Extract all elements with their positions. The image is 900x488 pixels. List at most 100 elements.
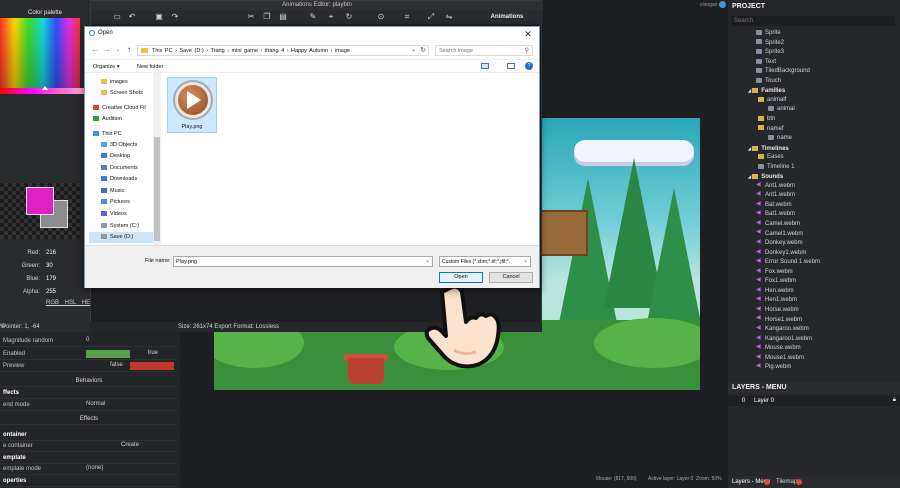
- search-input[interactable]: Search image ⚲: [435, 45, 533, 56]
- sound-item[interactable]: ◀ Fox1.webm: [756, 277, 796, 286]
- nav-item[interactable]: Creative Cloud Fil: [89, 103, 155, 114]
- prop-row[interactable]: end mode Normal: [0, 400, 178, 411]
- address-bar[interactable]: This PC › Save (D:) › Trang › mini game …: [137, 45, 429, 56]
- red-value[interactable]: 216: [46, 250, 56, 256]
- tree-item[interactable]: TiledBackground: [756, 67, 810, 76]
- up-arrow-icon[interactable]: ↑: [125, 46, 133, 54]
- prop-value[interactable]: 0: [86, 337, 174, 345]
- tree-item[interactable]: animal: [768, 105, 795, 114]
- prop-row[interactable]: Preview false: [0, 361, 178, 372]
- prop-value[interactable]: Normal: [86, 401, 174, 409]
- close-icon[interactable]: [796, 479, 802, 485]
- prop-value[interactable]: false: [86, 362, 174, 370]
- nav-item[interactable]: Documents: [89, 163, 155, 174]
- color-format-links[interactable]: RGB HSL HEX: [46, 300, 94, 306]
- alpha-value[interactable]: 255: [46, 289, 56, 295]
- help-icon[interactable]: ?: [525, 62, 533, 70]
- redo-icon[interactable]: ↷: [171, 13, 179, 21]
- nav-item[interactable]: Screen Shots: [89, 88, 155, 99]
- tree-folder-heading[interactable]: ◢ Families: [748, 86, 785, 95]
- sound-item[interactable]: ◀ Donkey.webm: [756, 239, 803, 248]
- layer-name[interactable]: Layer 0: [754, 398, 774, 404]
- sound-item[interactable]: ◀ Fox.webm: [756, 268, 793, 277]
- new-icon[interactable]: ▭: [113, 13, 121, 21]
- tree-item[interactable]: animalf: [758, 96, 786, 105]
- sound-item[interactable]: ◀ Bat.webm: [756, 201, 792, 210]
- file-item-play-png[interactable]: Play.png: [167, 77, 217, 133]
- sound-item[interactable]: ◀ Camel1.webm: [756, 229, 803, 239]
- paste-icon[interactable]: ▤: [279, 13, 287, 21]
- nav-item[interactable]: System (C:): [89, 221, 155, 232]
- sound-item[interactable]: ◀ Camel.webm: [756, 220, 800, 229]
- sound-item[interactable]: ◀ Kangaroo.webm: [756, 325, 809, 334]
- nav-item[interactable]: 3D Objects: [89, 140, 155, 151]
- sound-item[interactable]: ◀ Error Sound 1.webm: [756, 258, 820, 267]
- sound-item[interactable]: ◀ Ant1.webm: [756, 182, 795, 191]
- close-icon[interactable]: [764, 479, 770, 485]
- prop-section[interactable]: Behaviors: [0, 376, 178, 387]
- tree-item[interactable]: namef: [758, 125, 784, 134]
- prop-row[interactable]: e container Create: [0, 441, 178, 452]
- nav-item[interactable]: Downloads: [89, 174, 155, 185]
- resize-icon[interactable]: ⤢: [427, 13, 435, 21]
- mirror-icon[interactable]: ⇋: [445, 13, 453, 21]
- scrollbar-thumb[interactable]: [154, 137, 160, 241]
- sound-item[interactable]: ◀ Pig.webm: [756, 363, 791, 372]
- undo-icon[interactable]: ↶: [128, 13, 136, 21]
- project-search-input[interactable]: Search: [731, 16, 895, 26]
- tree-item[interactable]: Sprite: [756, 29, 781, 38]
- green-value[interactable]: 30: [46, 263, 53, 269]
- hue-marker-icon[interactable]: [42, 86, 48, 90]
- nav-item[interactable]: images: [89, 77, 155, 88]
- refresh-icon[interactable]: ↻: [420, 46, 426, 54]
- tree-item[interactable]: Sprite2: [756, 39, 784, 48]
- sound-item[interactable]: ◀ Mouse1.webm: [756, 354, 804, 363]
- blue-value[interactable]: 179: [46, 276, 56, 282]
- sound-item[interactable]: ◀ Hen.webm: [756, 287, 794, 296]
- view-options-icon[interactable]: [481, 63, 489, 69]
- tree-item[interactable]: Sprite3: [756, 48, 784, 57]
- file-type-select[interactable]: Custom Files (*.xbm;*.tif;*.jfif;*. ⌄: [439, 256, 531, 267]
- copy-icon[interactable]: ❐: [263, 13, 271, 21]
- nav-item[interactable]: Videos: [89, 209, 155, 220]
- prop-value[interactable]: Create: [86, 442, 174, 450]
- prop-row[interactable]: Magnitude random 0: [0, 336, 178, 347]
- forward-arrow-icon[interactable]: →: [103, 46, 111, 54]
- rotate-icon[interactable]: ↻: [345, 13, 353, 21]
- breadcrumb[interactable]: This PC › Save (D:) › Trang › mini game …: [152, 48, 350, 54]
- cancel-button[interactable]: Cancel: [489, 272, 533, 283]
- sound-item[interactable]: ◀ Horse1.webm: [756, 315, 802, 325]
- prop-row[interactable]: emplate mode (none): [0, 464, 178, 475]
- chevron-down-icon[interactable]: ⌄: [411, 46, 416, 53]
- open-button[interactable]: Open: [439, 272, 483, 283]
- tree-item[interactable]: Text: [756, 58, 776, 67]
- sound-item[interactable]: ◀ Mouse.webm: [756, 344, 801, 353]
- chevron-down-icon[interactable]: ⌄: [425, 257, 430, 264]
- sound-item[interactable]: ◀ Kangaroo1.webm: [756, 335, 812, 344]
- prop-row[interactable]: Enabled true: [0, 349, 178, 360]
- sound-item[interactable]: ◀ Horse.webm: [756, 306, 799, 315]
- layer-row[interactable]: 0 Layer 0 🔒︎: [728, 396, 900, 406]
- tree-item[interactable]: Touch: [756, 77, 781, 86]
- pencil-icon[interactable]: ✎: [309, 13, 317, 21]
- tree-item[interactable]: name: [768, 134, 792, 143]
- nav-item[interactable]: This PC: [89, 129, 155, 140]
- tree-item[interactable]: Timeline 1: [758, 163, 794, 172]
- sound-item[interactable]: ◀ Donkey1.webm: [756, 249, 806, 258]
- prop-value[interactable]: (none): [86, 465, 174, 473]
- back-arrow-icon[interactable]: ←: [91, 46, 99, 54]
- sound-item[interactable]: ◀ Bat1.webm: [756, 210, 795, 219]
- chevron-down-icon[interactable]: ⌄: [523, 257, 528, 264]
- nav-item[interactable]: Save (D:): [89, 232, 155, 243]
- nav-item[interactable]: Pictures: [89, 197, 155, 208]
- save-icon[interactable]: ▣: [155, 13, 163, 21]
- dropper-icon[interactable]: ⌖: [327, 13, 335, 21]
- close-icon[interactable]: ✕: [521, 28, 535, 40]
- prop-section[interactable]: Effects: [0, 414, 178, 425]
- cut-icon[interactable]: ✂: [247, 13, 255, 21]
- new-folder-button[interactable]: New folder: [137, 64, 163, 70]
- recent-dropdown-icon[interactable]: ⌄: [114, 46, 122, 54]
- crop-icon[interactable]: ⌗: [403, 13, 411, 21]
- foreground-color-swatch[interactable]: [26, 187, 54, 215]
- sound-item[interactable]: ◀ Ant1.webm: [756, 191, 795, 200]
